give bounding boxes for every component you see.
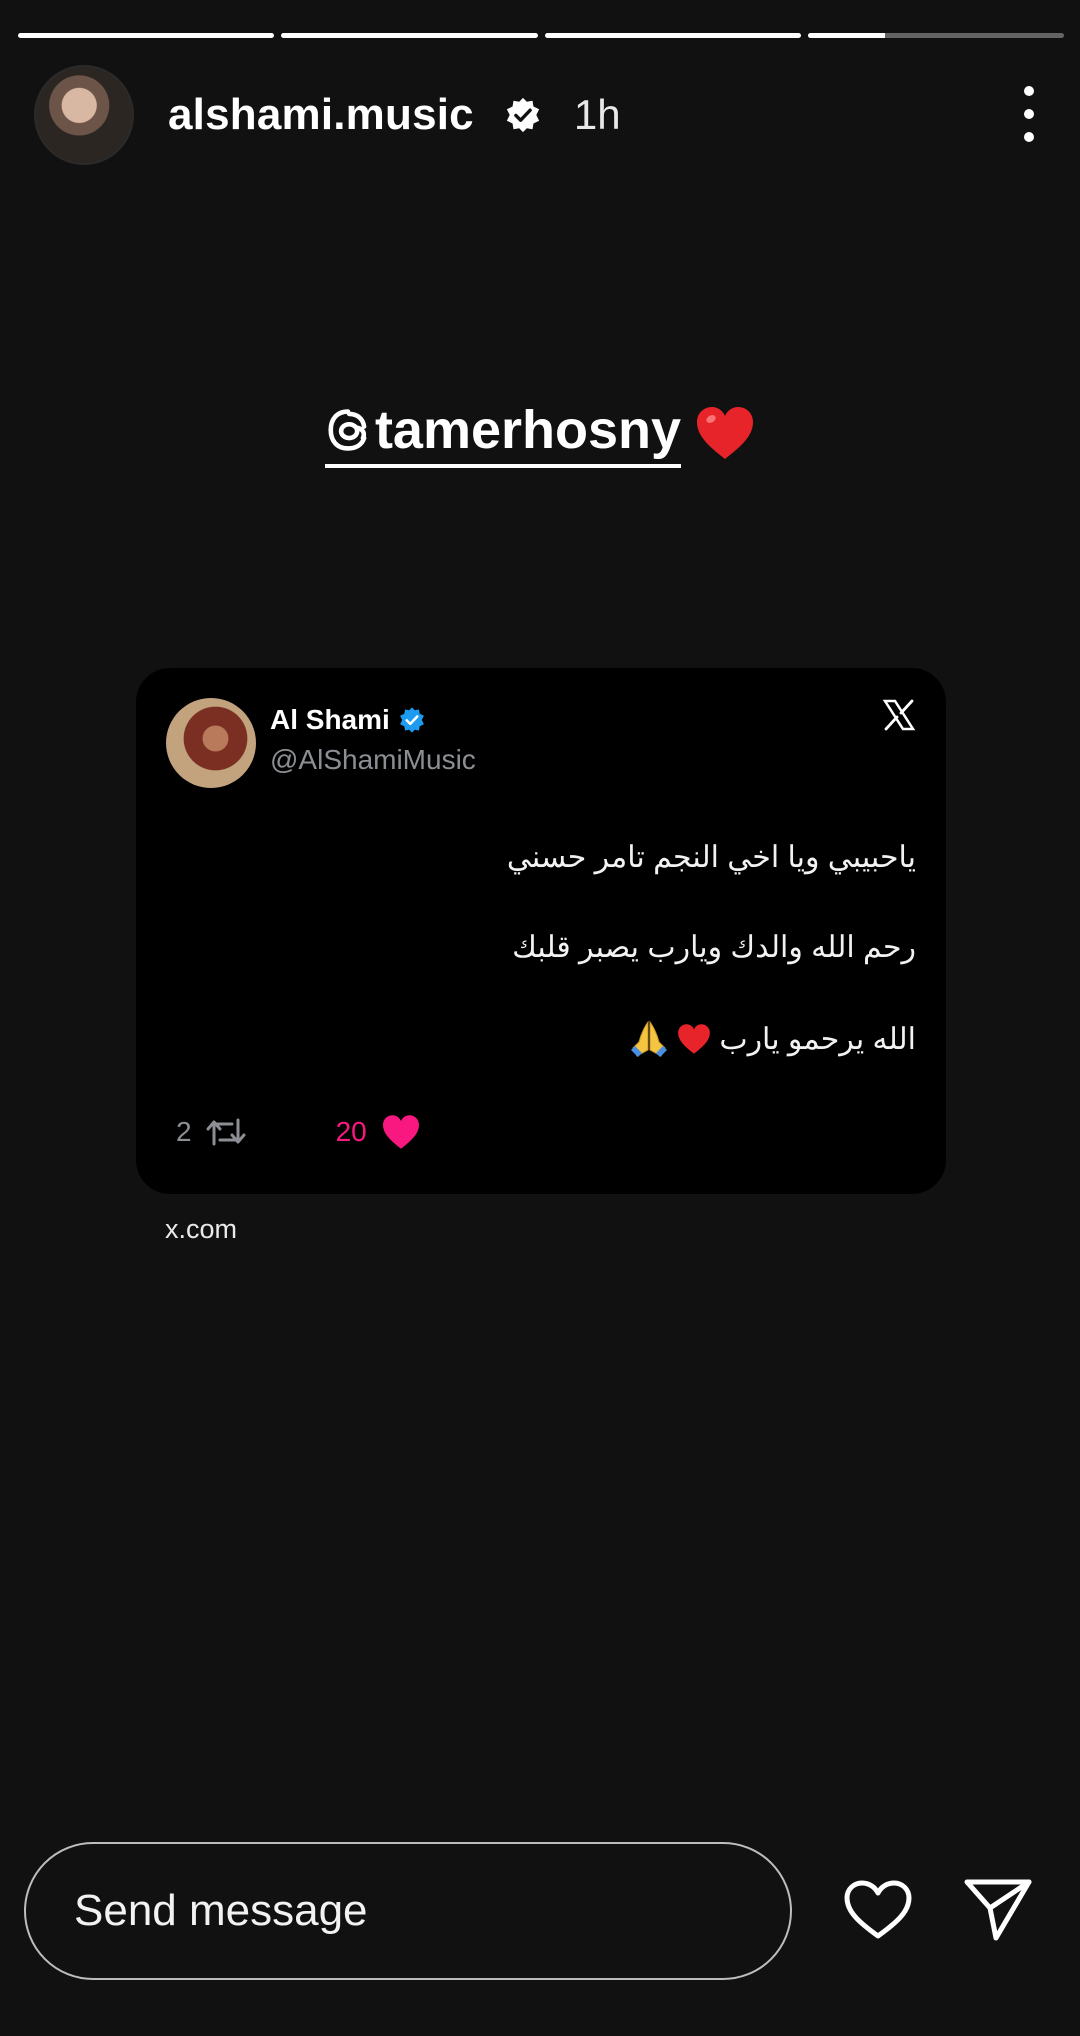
tweet-stats: 2 20 xyxy=(176,1114,421,1150)
send-icon[interactable] xyxy=(962,1876,1034,1944)
send-message-input[interactable]: Send message xyxy=(24,1842,792,1980)
red-heart-emoji-icon xyxy=(697,407,754,459)
retweet-icon xyxy=(206,1118,246,1146)
mention-username: tamerhosny xyxy=(374,400,682,460)
tweet-author-avatar xyxy=(166,698,256,788)
story-header: alshami.music 1h xyxy=(34,65,1046,165)
story-progress-bar xyxy=(18,33,1064,38)
verified-badge-icon xyxy=(506,97,540,133)
send-message-placeholder: Send message xyxy=(74,1886,368,1935)
like-count: 20 xyxy=(335,1116,367,1147)
tweet-text-line: الله يرحمو يارب xyxy=(629,1020,916,1058)
red-heart-emoji-icon xyxy=(678,1024,711,1054)
avatar[interactable] xyxy=(34,65,134,165)
progress-segment-current xyxy=(807,33,1064,38)
retweet-count: 2 xyxy=(176,1116,192,1147)
verified-badge-icon xyxy=(399,707,424,733)
progress-segment xyxy=(18,33,275,38)
x-logo-icon xyxy=(882,699,916,731)
tweet-author-handle: @AlShamiMusic xyxy=(270,744,476,775)
story-username[interactable]: alshami.music xyxy=(168,90,474,140)
tweet-card[interactable]: Al Shami @AlShamiMusic ياحبيبي ويا اخي ا… xyxy=(136,668,946,1194)
retweet-stat[interactable]: 2 xyxy=(176,1116,246,1148)
mention-sticker[interactable]: tamerhosny xyxy=(0,398,1080,468)
like-stat[interactable]: 20 xyxy=(246,1114,421,1150)
progress-segment xyxy=(544,33,801,38)
story-time: 1h xyxy=(573,91,621,138)
tweet-author-name: Al Shami xyxy=(270,704,390,735)
progress-segment xyxy=(281,33,538,38)
more-options-icon[interactable] xyxy=(1014,86,1044,142)
tweet-text-line: رحم الله والدك ويارب يصبر قلبك xyxy=(512,931,916,964)
praying-hands-emoji-icon xyxy=(631,1020,668,1057)
heart-filled-icon xyxy=(382,1115,419,1149)
heart-outline-icon[interactable] xyxy=(842,1878,914,1942)
threads-icon xyxy=(328,409,367,451)
tweet-text-line: ياحبيبي ويا اخي النجم تامر حسني xyxy=(506,841,916,874)
link-domain[interactable]: x.com xyxy=(165,1214,237,1245)
tweet-author-name-row: Al Shami xyxy=(270,704,426,736)
